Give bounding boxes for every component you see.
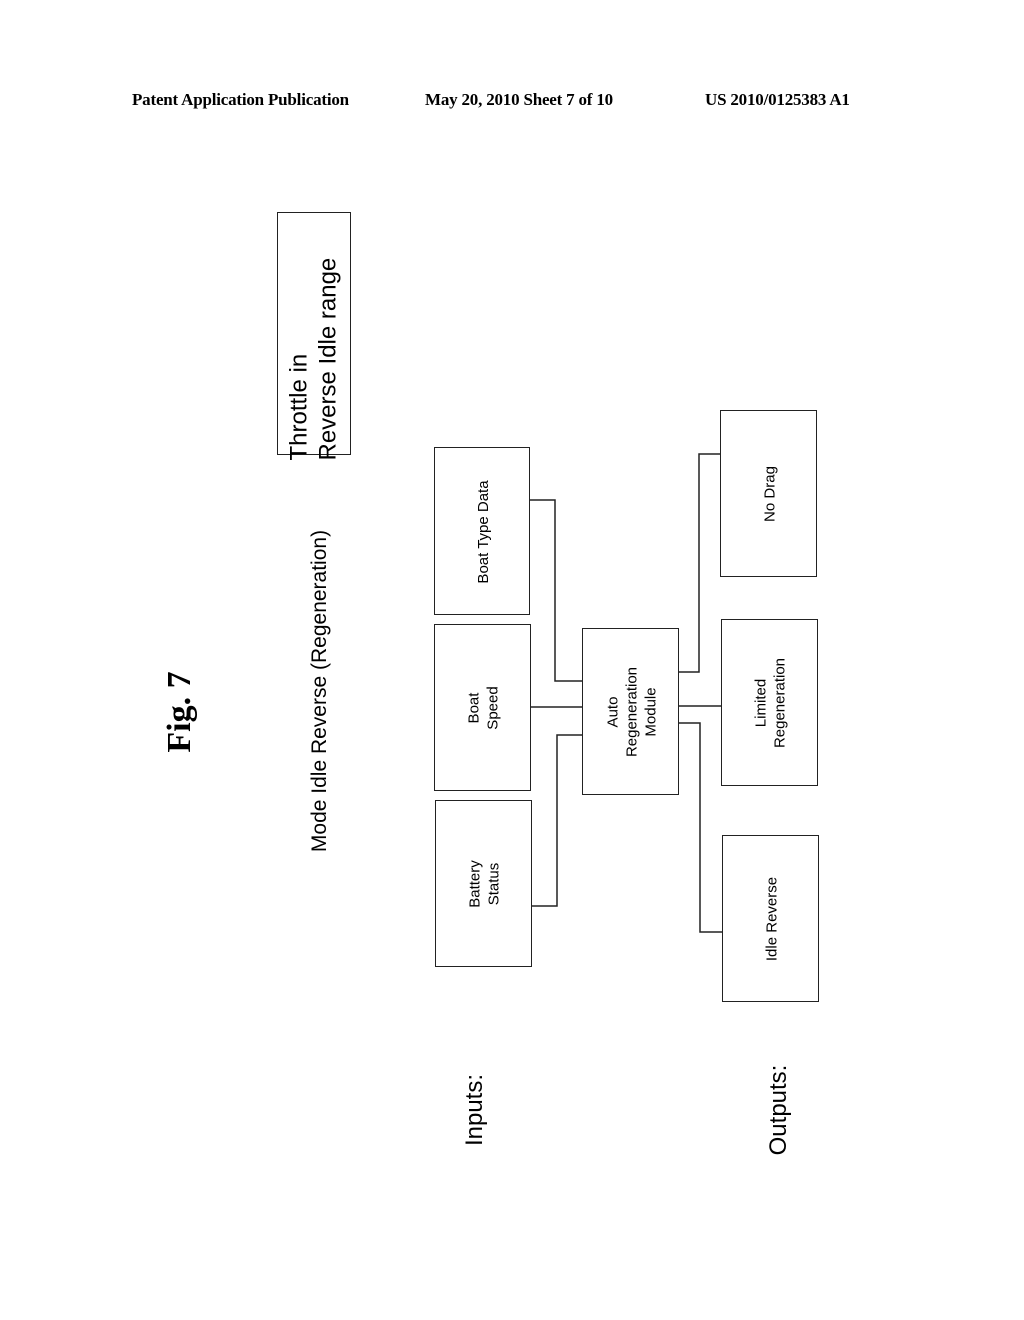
- input-box-battery-status: Battery Status: [435, 800, 532, 967]
- module-line-3: Module: [642, 687, 659, 737]
- output-label: No Drag: [761, 466, 778, 522]
- output-box-limited-regeneration: Limited Regeneration: [721, 619, 818, 786]
- input-box-boat-type-data: Boat Type Data: [434, 447, 530, 615]
- outputs-section-label: Outputs:: [765, 1064, 792, 1156]
- input-label-line-1: Boat: [465, 692, 483, 724]
- module-line-1: Auto: [604, 696, 621, 728]
- connector-boat-type-data: [529, 499, 582, 682]
- connector-idle-reverse: [678, 722, 722, 933]
- input-label-line-2: Speed: [484, 686, 502, 730]
- input-label-line-2: Status: [485, 862, 503, 906]
- output-label-line-1: Limited: [752, 678, 770, 728]
- input-label-line-1: Battery: [466, 860, 484, 908]
- output-box-idle-reverse: Idle Reverse: [722, 835, 819, 1002]
- connector-no-drag: [678, 453, 720, 673]
- inputs-section-label: Inputs:: [461, 1073, 488, 1147]
- output-label: Idle Reverse: [763, 876, 780, 962]
- connector-battery-status: [531, 734, 582, 907]
- input-label: Boat Type Data: [474, 480, 492, 584]
- module-box: Auto Regeneration Module: [582, 628, 679, 795]
- output-label-line-2: Regeneration: [771, 657, 789, 749]
- input-box-boat-speed: Boat Speed: [434, 624, 531, 791]
- output-box-no-drag: No Drag: [720, 410, 817, 577]
- module-line-2: Regeneration: [623, 666, 640, 758]
